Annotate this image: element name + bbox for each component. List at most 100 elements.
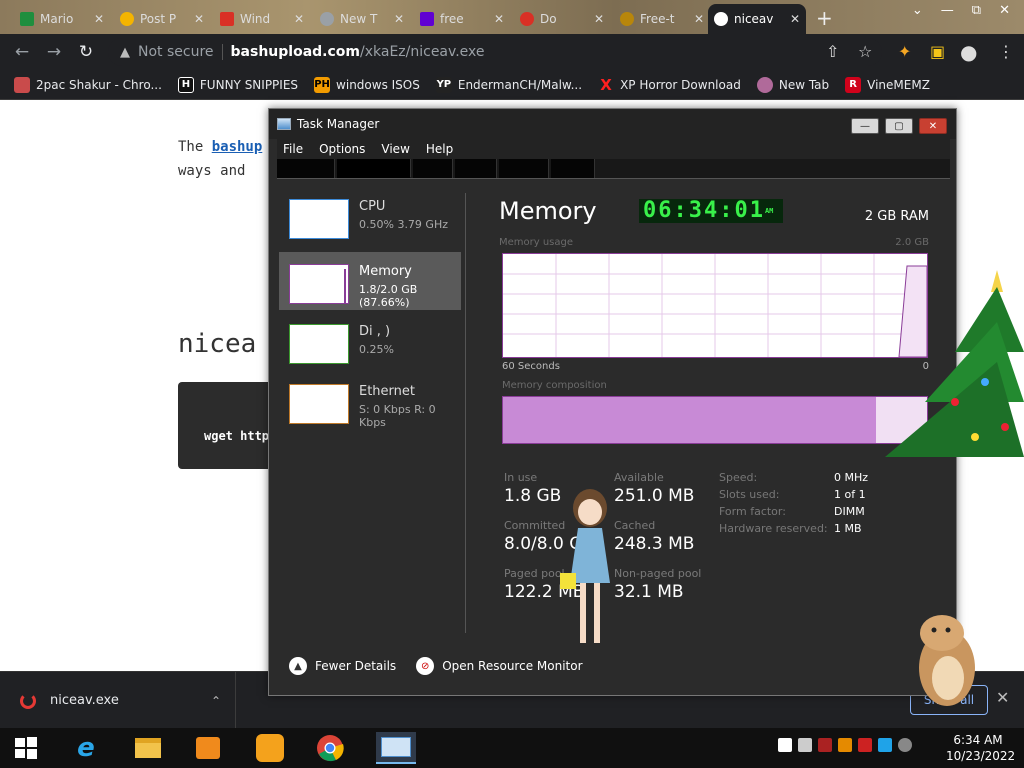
tab-niceav[interactable]: niceav ✕ bbox=[708, 4, 806, 34]
fewer-details-link[interactable]: Fewer Details bbox=[315, 659, 396, 673]
tray-icon[interactable] bbox=[818, 738, 832, 752]
pane-divider[interactable] bbox=[465, 193, 466, 633]
start-button[interactable] bbox=[6, 732, 46, 764]
tray-icon[interactable] bbox=[778, 738, 792, 752]
hamster-head bbox=[920, 615, 964, 651]
hamster-overlay[interactable] bbox=[912, 608, 982, 708]
share-icon[interactable]: ⇧ bbox=[826, 42, 839, 61]
bookmarks-bar: 2pac Shakur - Chro... H FUNNY SNIPPIES PH… bbox=[0, 70, 1024, 100]
close-icon[interactable]: ✕ bbox=[694, 12, 704, 26]
close-button[interactable]: ✕ bbox=[919, 118, 947, 134]
minimize-button[interactable]: — bbox=[851, 118, 879, 134]
tray-icon[interactable] bbox=[858, 738, 872, 752]
chevron-up-icon[interactable]: ⌃ bbox=[211, 694, 221, 708]
memory-composition-bar bbox=[502, 396, 928, 444]
sidebar-item-memory[interactable]: Memory 1.8/2.0 GB (87.66%) bbox=[279, 252, 461, 310]
profile-icon[interactable]: ● bbox=[960, 40, 977, 64]
file-explorer-icon[interactable] bbox=[128, 732, 168, 764]
bookmark-new-tab[interactable]: New Tab bbox=[756, 76, 829, 93]
media-player-icon[interactable] bbox=[188, 732, 228, 764]
site-icon bbox=[220, 12, 234, 26]
tab-mario[interactable]: Mario ✕ bbox=[14, 4, 110, 34]
tab-app-history[interactable] bbox=[413, 159, 453, 178]
anime-girl-overlay[interactable] bbox=[560, 488, 620, 658]
tab-do[interactable]: Do ✕ bbox=[514, 4, 610, 34]
maximize-button[interactable]: ▢ bbox=[885, 118, 913, 134]
tab-startup[interactable] bbox=[455, 159, 497, 178]
sidebar-item-cpu[interactable]: CPU 0.50% 3.79 GHz bbox=[279, 187, 461, 245]
site-icon bbox=[620, 12, 634, 26]
volume-icon[interactable] bbox=[898, 738, 912, 752]
bashupload-link[interactable]: bashup bbox=[212, 139, 263, 155]
open-resource-monitor-link[interactable]: Open Resource Monitor bbox=[442, 659, 582, 673]
bookmark-vinememz[interactable]: R VineMEMZ bbox=[845, 76, 930, 93]
page-intro-text-2: ways and bbox=[178, 163, 246, 179]
chrome-icon[interactable] bbox=[310, 732, 350, 764]
uc-browser-icon[interactable] bbox=[250, 732, 290, 764]
close-icon[interactable]: ✕ bbox=[594, 12, 604, 26]
close-icon[interactable]: ✕ bbox=[494, 12, 504, 26]
tab-free-t[interactable]: Free-t ✕ bbox=[614, 4, 710, 34]
close-icon[interactable]: ✕ bbox=[294, 12, 304, 26]
url-text: bashupload.com/xkaEz/niceav.exe bbox=[231, 44, 485, 60]
usage-label: Memory usage bbox=[499, 237, 574, 248]
tab-new[interactable]: New T ✕ bbox=[314, 4, 410, 34]
sidebar-item-ethernet[interactable]: Ethernet S: 0 Kbps R: 0 Kbps bbox=[279, 372, 461, 430]
tab-details[interactable] bbox=[551, 159, 595, 178]
close-icon[interactable]: ✕ bbox=[394, 12, 404, 26]
globe-icon bbox=[756, 76, 773, 93]
restore-icon[interactable]: ⧉ bbox=[972, 3, 981, 18]
speed-label: Speed: bbox=[719, 471, 758, 484]
cpu-thumbnail bbox=[289, 199, 349, 239]
tab-search-icon[interactable]: ⌄ bbox=[912, 3, 923, 18]
ornament bbox=[981, 378, 989, 386]
bookmark-2pac[interactable]: 2pac Shakur - Chro... bbox=[14, 76, 162, 93]
christmas-tree-overlay[interactable] bbox=[885, 262, 1024, 462]
side-panel-icon[interactable]: ▣ bbox=[930, 42, 945, 61]
tab-users[interactable] bbox=[499, 159, 549, 178]
close-icon[interactable]: ✕ bbox=[94, 12, 104, 26]
tab-performance[interactable] bbox=[337, 159, 411, 178]
bookmark-star-icon[interactable]: ☆ bbox=[858, 42, 872, 61]
forward-icon[interactable]: → bbox=[38, 42, 70, 62]
bookmark-endermanch[interactable]: YP EndermanCH/Malw... bbox=[435, 76, 582, 93]
menu-options[interactable]: Options bbox=[319, 142, 365, 156]
menu-view[interactable]: View bbox=[381, 142, 409, 156]
sidebar-item-label: Memory bbox=[359, 264, 412, 279]
hw-reserved-label: Hardware reserved: bbox=[719, 522, 828, 535]
tray-icon[interactable] bbox=[798, 738, 812, 752]
tab-wind[interactable]: Wind ✕ bbox=[214, 4, 310, 34]
reload-icon[interactable]: ↻ bbox=[70, 42, 102, 62]
tab-post[interactable]: Post P ✕ bbox=[114, 4, 210, 34]
taskbar-clock[interactable]: 6:34 AM 10/23/2022 bbox=[946, 732, 1015, 764]
bookmark-xp-horror[interactable]: X XP Horror Download bbox=[598, 76, 741, 94]
window-controls: ⌄ — ⧉ ✕ bbox=[898, 0, 1024, 20]
extensions-icon[interactable]: ✦ bbox=[898, 42, 911, 61]
menu-file[interactable]: File bbox=[283, 142, 303, 156]
sidebar-item-disk[interactable]: Di , ) 0.25% bbox=[279, 312, 461, 370]
sidebar-item-sub: S: 0 Kbps R: 0 Kbps bbox=[359, 403, 436, 429]
internet-explorer-icon[interactable]: e bbox=[66, 732, 106, 764]
bookmark-funny-snippies[interactable]: H FUNNY SNIPPIES bbox=[177, 76, 298, 93]
sidebar-item-label: CPU bbox=[359, 199, 386, 214]
bookmark-windows-isos[interactable]: PH windows ISOS bbox=[314, 76, 420, 93]
minimize-icon[interactable]: — bbox=[941, 3, 954, 18]
sheets-icon bbox=[20, 12, 34, 26]
close-icon[interactable]: ✕ bbox=[790, 12, 800, 26]
tray-icon[interactable] bbox=[838, 738, 852, 752]
network-icon[interactable] bbox=[878, 738, 892, 752]
tab-free[interactable]: free ✕ bbox=[414, 4, 510, 34]
tab-processes[interactable] bbox=[277, 159, 335, 178]
address-bar[interactable]: ▲ Not secure bashupload.com/xkaEz/niceav… bbox=[108, 38, 882, 66]
menu-icon[interactable]: ⋮ bbox=[998, 42, 1014, 61]
task-manager-taskbar-icon[interactable] bbox=[376, 732, 416, 764]
available-label: Available bbox=[614, 471, 664, 484]
close-icon[interactable]: ✕ bbox=[996, 688, 1009, 707]
close-icon[interactable]: ✕ bbox=[194, 12, 204, 26]
download-item[interactable]: niceav.exe ⌃ bbox=[0, 672, 236, 729]
new-tab-button[interactable]: + bbox=[816, 6, 833, 30]
back-icon[interactable]: ← bbox=[6, 42, 38, 62]
close-icon[interactable]: ✕ bbox=[999, 3, 1010, 18]
menu-help[interactable]: Help bbox=[426, 142, 453, 156]
panel-title: Memory bbox=[499, 197, 597, 225]
